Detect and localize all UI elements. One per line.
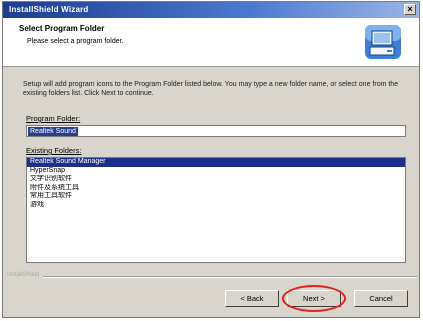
instructions-text: Setup will add program icons to the Prog… xyxy=(23,81,399,97)
existing-folders-list[interactable]: Realtek Sound Manager HyperSnap 文字识别软件 附… xyxy=(26,157,406,263)
list-item[interactable]: Realtek Sound Manager xyxy=(27,158,405,167)
close-button[interactable]: × xyxy=(404,4,416,15)
footer-divider xyxy=(43,276,417,278)
close-icon: × xyxy=(407,4,413,14)
program-folder-value: Realtek Sound xyxy=(28,127,78,136)
list-item[interactable]: HyperSnap xyxy=(27,167,405,176)
page-subtitle: Please select a program folder. xyxy=(27,38,124,45)
cancel-button[interactable]: Cancel xyxy=(354,290,408,307)
back-button[interactable]: < Back xyxy=(225,290,279,307)
installer-computer-icon xyxy=(365,25,401,59)
highlight-circle xyxy=(282,285,346,312)
list-item[interactable]: 文字识别软件 xyxy=(27,175,405,184)
list-item[interactable]: 附件及系统工具 xyxy=(27,184,405,193)
page-title: Select Program Folder xyxy=(19,24,105,33)
existing-folders-label: Existing Folders: xyxy=(26,146,82,155)
program-folder-label: Program Folder: xyxy=(26,114,81,123)
title-bar: InstallShield Wizard × xyxy=(3,2,419,18)
installshield-brand: InstallShield xyxy=(7,272,40,278)
list-item[interactable]: 游戏 xyxy=(27,201,405,210)
wizard-header: Select Program Folder Please select a pr… xyxy=(3,18,419,67)
program-folder-input[interactable]: Realtek Sound xyxy=(26,125,406,137)
list-item[interactable]: 常用工具软件 xyxy=(27,192,405,201)
window-title: InstallShield Wizard xyxy=(9,5,89,14)
installer-window: InstallShield Wizard × Select Program Fo… xyxy=(2,1,420,318)
